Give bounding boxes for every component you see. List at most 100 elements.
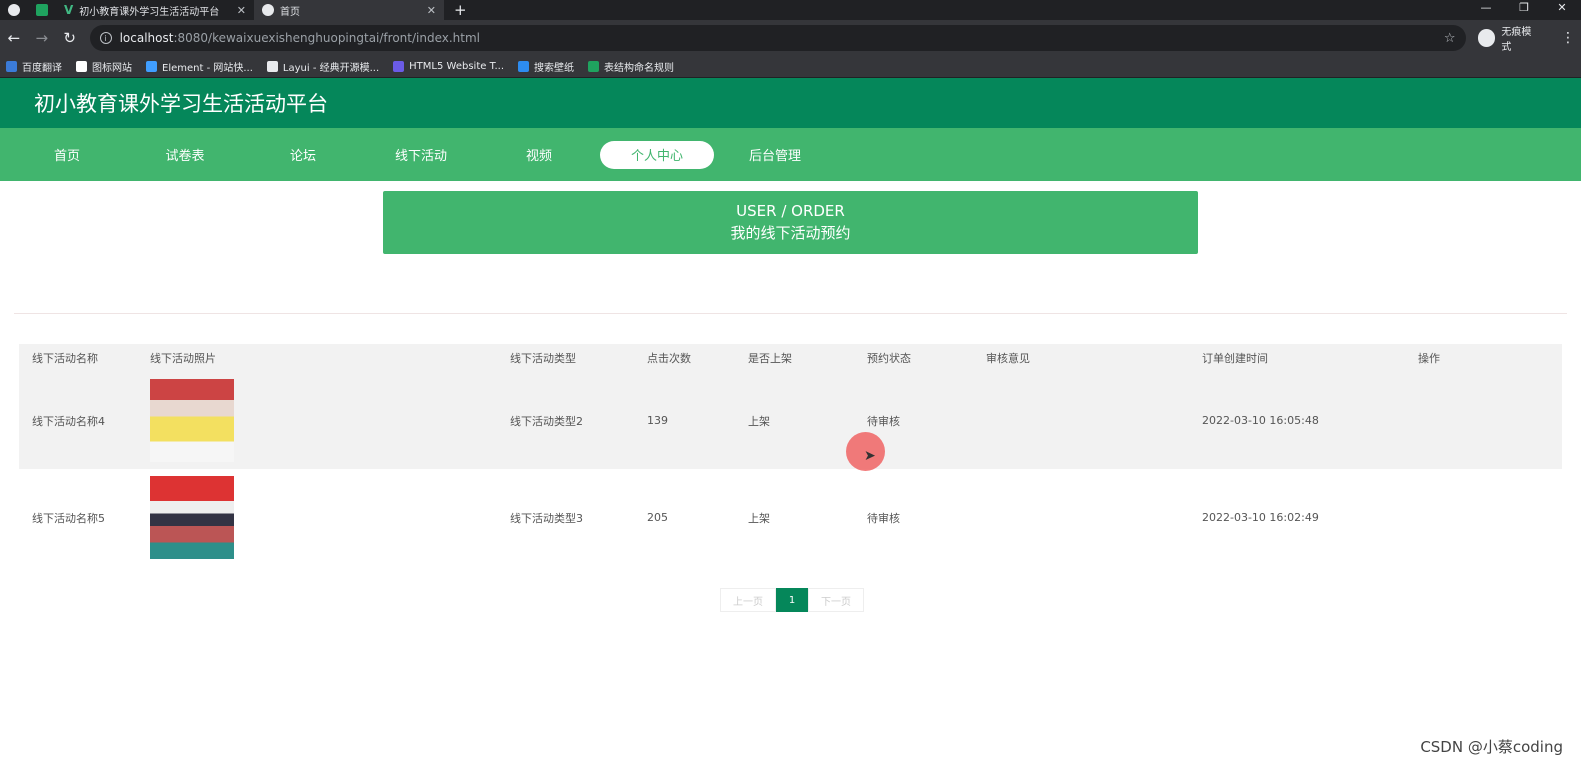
bookmark-item[interactable]: 搜索壁纸 [518,59,574,74]
incognito-icon [1477,29,1496,47]
wallpaper-icon [518,61,530,72]
cell-photo [137,469,497,566]
order-table: 线下活动名称 线下活动照片 线下活动类型 点击次数 是否上架 预约状态 审核意见… [19,344,1562,566]
cell-created: 2022-03-10 16:05:48 [1189,372,1405,469]
col-header: 线下活动类型 [497,344,634,372]
page-1-button[interactable]: 1 [776,588,808,612]
col-header: 预约状态 [854,344,973,372]
globe-icon [262,4,274,16]
url-host: localhost [119,31,174,45]
cell-opinion [973,469,1189,566]
window-controls: — ❐ ✕ [1467,0,1581,20]
vue-logo-icon: V [64,3,74,17]
close-window-button[interactable]: ✕ [1543,0,1581,20]
activity-photo[interactable] [150,476,234,559]
bookmark-label: 表结构命名规则 [604,63,675,74]
close-tab-icon[interactable]: ✕ [237,4,246,17]
tab-title: 初小教育课外学习生活活动平台 [79,6,220,18]
nav-video[interactable]: 视频 [482,141,596,169]
sheet-icon [36,4,48,16]
banner-cn-title: 我的线下活动预约 [730,224,851,242]
cell-clicks: 139 [634,372,735,469]
site-header: 初小教育课外学习生活活动平台 [0,78,1581,128]
cell-opinion [973,372,1189,469]
prev-page-button[interactable]: 上一页 [720,588,776,612]
activity-photo[interactable] [150,379,234,462]
site-title: 初小教育课外学习生活活动平台 [34,92,328,116]
divider [14,313,1567,314]
nav-home[interactable]: 首页 [10,141,124,169]
bookmark-label: Layui - 经典开源模... [282,63,380,74]
element-logo-icon [146,61,157,72]
main-nav: 首页 试卷表 论坛 线下活动 视频 个人中心 后台管理 [0,128,1581,181]
col-header: 订单创建时间 [1189,344,1405,372]
bookmark-item[interactable]: 表结构命名规则 [588,59,674,74]
watermark: CSDN @小蔡coding [1420,738,1563,756]
col-header: 操作 [1405,344,1562,372]
incognito-label: 无痕模式 [1501,27,1532,53]
forward-arrow-icon[interactable]: → [34,29,50,47]
cell-type: 线下活动类型3 [497,469,634,566]
bookmark-star-icon[interactable]: ☆ [1444,31,1456,46]
bookmark-label: Element - 网站快... [162,63,253,74]
cell-type: 线下活动类型2 [497,372,634,469]
bookmark-item[interactable]: 百度翻译 [6,59,62,74]
sheet-icon [588,61,600,72]
pinned-tab-2[interactable] [28,0,56,20]
restore-button[interactable]: ❐ [1505,0,1543,20]
col-header: 是否上架 [735,344,854,372]
cell-ops [1405,469,1562,566]
incognito-indicator[interactable]: 无痕模式 [1477,23,1541,53]
table-row: 线下活动名称4 线下活动类型2 139 上架 待审核 2022-03-10 16… [19,372,1562,469]
nav-exam[interactable]: 试卷表 [128,141,242,169]
cell-name: 线下活动名称5 [19,469,137,566]
translate-icon [6,61,17,72]
pagination: 上一页 1 下一页 [720,588,864,612]
next-page-button[interactable]: 下一页 [808,588,864,612]
minimize-button[interactable]: — [1467,0,1505,20]
bookmark-item[interactable]: Element - 网站快... [146,59,253,74]
cell-status: 待审核 [854,469,973,566]
url-input[interactable]: i localhost:8080/kewaixuexishenghuopingt… [89,25,1466,51]
col-header: 点击次数 [634,344,735,372]
nav-admin[interactable]: 后台管理 [718,141,832,169]
table-row: 线下活动名称5 线下活动类型3 205 上架 待审核 2022-03-10 16… [19,469,1562,566]
flag-icon [76,61,87,72]
col-header: 线下活动名称 [19,344,137,372]
banner-en-title: USER / ORDER [736,202,845,220]
page-banner: USER / ORDER 我的线下活动预约 [383,191,1198,254]
browser-tab-home[interactable]: 首页 ✕ [254,0,444,20]
bookmark-item[interactable]: 图标网站 [76,59,132,74]
mouse-cursor-icon: ➤ [864,448,876,464]
cell-clicks: 205 [634,469,735,566]
cell-shelf: 上架 [735,372,854,469]
bookmark-item[interactable]: Layui - 经典开源模... [266,59,380,74]
bookmarks-bar: 百度翻译 图标网站 Element - 网站快... Layui - 经典开源模… [0,56,1581,78]
bookmark-label: 搜索壁纸 [534,63,575,74]
reload-icon[interactable]: ↻ [62,29,78,47]
table-header-row: 线下活动名称 线下活动照片 线下活动类型 点击次数 是否上架 预约状态 审核意见… [19,344,1562,372]
info-icon[interactable]: i [99,32,112,44]
tab-title: 首页 [280,6,300,18]
url-path: :8080/kewaixuexishenghuopingtai/front/in… [173,31,480,45]
back-arrow-icon[interactable]: ← [6,29,22,47]
col-header: 审核意见 [973,344,1189,372]
new-tab-button[interactable]: + [444,1,477,19]
col-header: 线下活动照片 [137,344,497,372]
cell-name: 线下活动名称4 [19,372,137,469]
cell-ops [1405,372,1562,469]
nav-forum[interactable]: 论坛 [246,141,360,169]
nav-offline-activity[interactable]: 线下活动 [364,141,478,169]
pinned-tab-1[interactable] [0,0,28,20]
cell-shelf: 上架 [735,469,854,566]
cell-photo [137,372,497,469]
nav-personal-center[interactable]: 个人中心 [600,140,714,169]
globe-icon [8,4,20,16]
browser-tab-platform[interactable]: V 初小教育课外学习生活活动平台 ✕ [56,0,254,20]
cell-created: 2022-03-10 16:02:49 [1189,469,1405,566]
bookmark-label: HTML5 Website T... [409,61,505,72]
menu-kebab-icon[interactable]: ⋮ [1561,30,1575,46]
bookmark-label: 图标网站 [92,63,132,74]
bookmark-item[interactable]: HTML5 Website T... [393,61,504,72]
close-tab-icon[interactable]: ✕ [427,4,436,17]
